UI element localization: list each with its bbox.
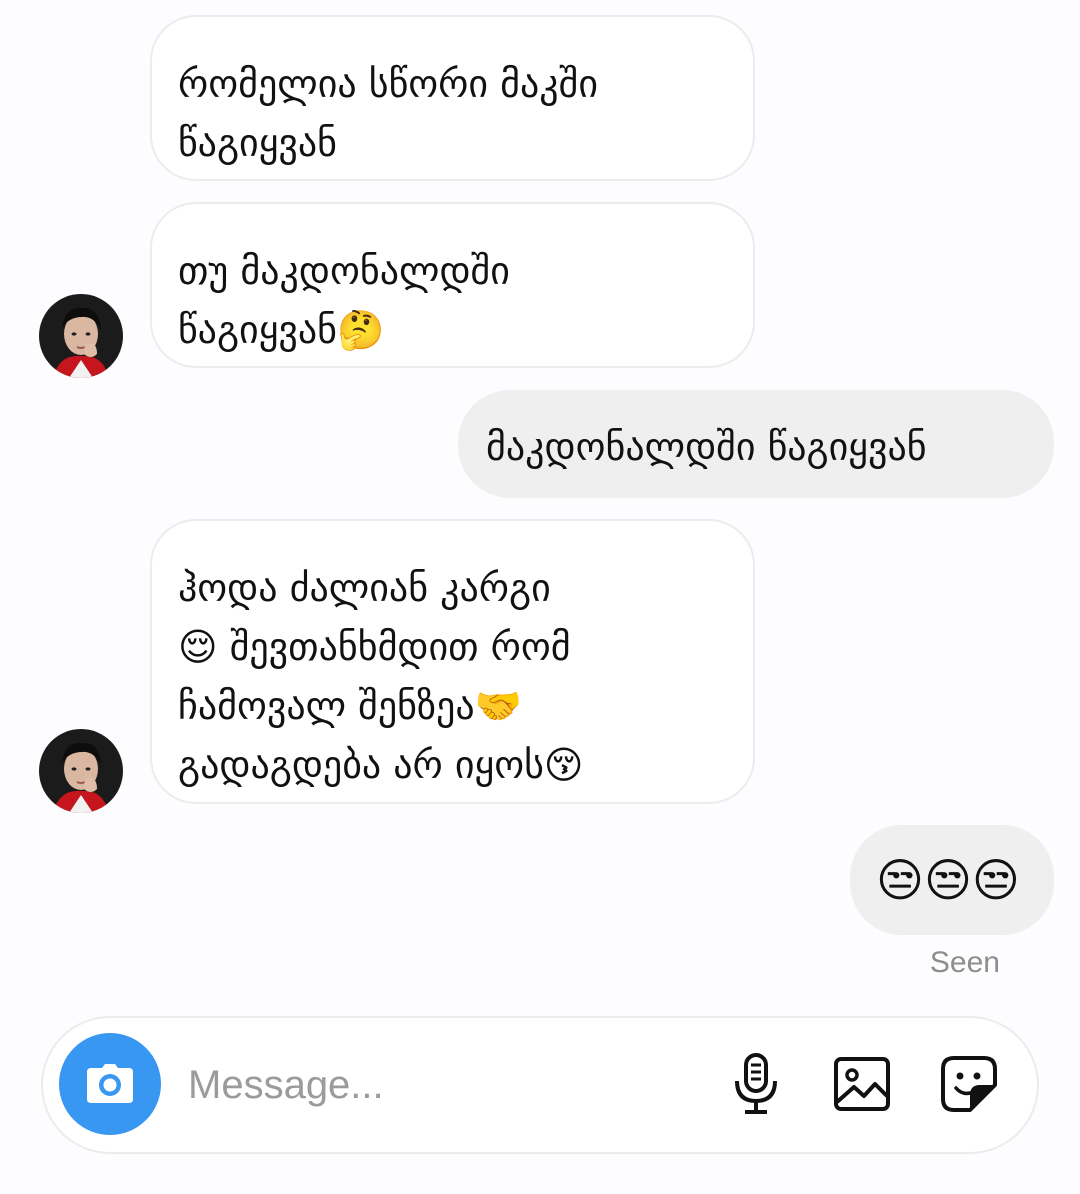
sender-avatar[interactable]: [39, 294, 123, 378]
message-composer: [41, 1016, 1039, 1154]
avatar-photo: [39, 729, 123, 813]
message-input[interactable]: [188, 1056, 688, 1114]
incoming-message-bubble[interactable]: რომელია სწორი მაკში წაგიყვან: [150, 15, 755, 181]
outgoing-message-bubble[interactable]: 😒😒😒: [850, 825, 1054, 935]
camera-button[interactable]: [59, 1033, 161, 1135]
outgoing-message-bubble[interactable]: მაკდონალდში წაგიყვან: [458, 390, 1054, 498]
avatar-photo: [39, 294, 123, 378]
seen-status: Seen: [929, 946, 1000, 979]
sticker-button[interactable]: [937, 1052, 1001, 1116]
incoming-message-bubble[interactable]: თუ მაკდონალდში წაგიყვან🤔: [150, 202, 755, 368]
microphone-button[interactable]: [724, 1052, 788, 1116]
gallery-button[interactable]: [830, 1052, 894, 1116]
camera-icon: [87, 1064, 133, 1103]
incoming-message-bubble[interactable]: ჰოდა ძალიან კარგი 😌 შევთანხმდით რომ ჩამო…: [150, 519, 755, 804]
gallery-icon: [834, 1057, 890, 1111]
microphone-icon: [735, 1053, 777, 1114]
sender-avatar[interactable]: [39, 729, 123, 813]
sticker-icon: [941, 1056, 997, 1112]
